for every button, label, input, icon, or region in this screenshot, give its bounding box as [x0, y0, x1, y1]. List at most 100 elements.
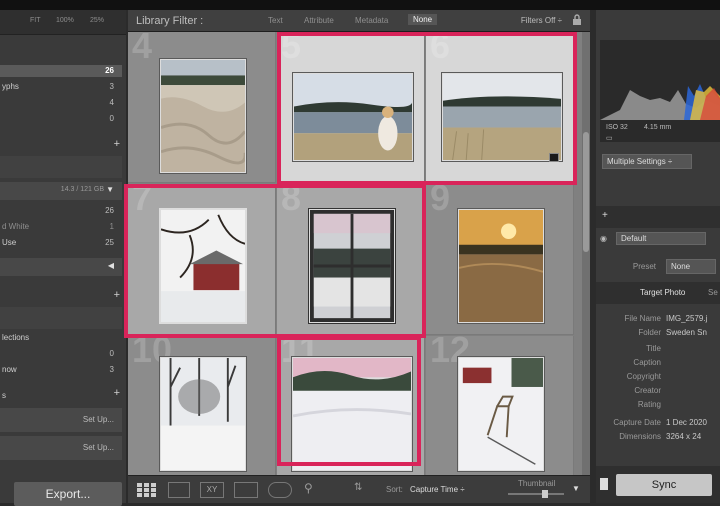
folders-add-icon[interactable]: +	[114, 138, 120, 150]
title-label: Title	[646, 344, 661, 353]
filter-tab-text[interactable]: Text	[268, 16, 283, 25]
publish-add-icon[interactable]: +	[114, 387, 120, 399]
library-filter-bar: Library Filter : Text Attribute Metadata…	[128, 10, 590, 32]
photo-thumbnail[interactable]	[291, 356, 413, 472]
photo-thumbnail[interactable]	[159, 58, 247, 174]
histogram-focal: 4.15 mm	[644, 124, 672, 131]
filter-tab-attribute[interactable]: Attribute	[304, 16, 334, 25]
catalog-row-4[interactable]: 0	[0, 113, 122, 125]
target-photo-tab[interactable]: Target Photo	[640, 288, 685, 297]
volume-row[interactable]: 14.3 / 121 GB ▼	[0, 182, 122, 200]
grid-cell-8[interactable]: 8	[277, 180, 425, 335]
grid-view-icon[interactable]	[136, 482, 158, 498]
grid-cell-7[interactable]: 7	[128, 180, 276, 335]
slider-handle[interactable]	[542, 490, 548, 498]
metadata-preset-select[interactable]: None	[666, 259, 716, 274]
spray-can-icon[interactable]: ⚲	[304, 481, 313, 495]
photo-thumbnail[interactable]	[457, 208, 545, 324]
metadata-preset-row: Preset None	[596, 254, 720, 280]
eye-icon[interactable]: ◉	[600, 234, 607, 243]
catalog-row-count: 26	[105, 66, 114, 75]
caption-label: Caption	[633, 358, 661, 367]
folder-row-label: Use	[2, 238, 17, 247]
file-name-value[interactable]: IMG_2579.j	[666, 314, 707, 323]
cell-index: 6	[430, 25, 451, 66]
collections-add-icon[interactable]: +	[114, 289, 120, 301]
people-view-icon[interactable]	[268, 482, 292, 498]
publish-header: s	[0, 390, 122, 402]
catalog-row-3[interactable]: 4	[0, 97, 122, 109]
lock-icon[interactable]	[572, 14, 582, 26]
folder-row-count: 1	[109, 222, 114, 231]
grid-cell-9[interactable]: 9	[426, 180, 574, 335]
cell-index: 7	[132, 177, 153, 218]
dimensions-label: Dimensions	[619, 432, 661, 441]
scrollbar-thumb[interactable]	[583, 132, 589, 252]
photo-thumbnail[interactable]	[308, 208, 396, 324]
toolbar-menu-icon[interactable]: ▼	[572, 484, 580, 493]
crop-icon[interactable]: ▭	[606, 134, 613, 142]
filter-tab-none[interactable]: None	[408, 14, 438, 25]
filter-tab-metadata[interactable]: Metadata	[355, 16, 388, 25]
grid-cell-5[interactable]: 5	[277, 28, 425, 183]
folders-left-arrow-icon[interactable]: ◀	[108, 261, 114, 270]
zoom-25[interactable]: 25%	[90, 17, 104, 24]
photo-thumbnail[interactable]	[441, 72, 563, 162]
grid-cell-6[interactable]: 6	[426, 28, 574, 183]
cell-index: 8	[281, 177, 302, 218]
grid-scrollbar[interactable]	[582, 32, 590, 475]
folder-row-black-white[interactable]: d White 1	[0, 221, 122, 233]
setup-link-1[interactable]: Set Up...	[83, 415, 114, 424]
right-panel: ISO 32 4.15 mm ▭ Multiple Settings ÷ + ◉…	[596, 10, 720, 503]
selected-photos-tab[interactable]: Se	[708, 288, 718, 297]
survey-view-icon[interactable]	[234, 482, 258, 498]
histogram: ISO 32 4.15 mm ▭	[600, 40, 720, 142]
saved-preset-select[interactable]: Default	[616, 232, 706, 245]
folder-row-count: 25	[105, 238, 114, 247]
setup-link-2[interactable]: Set Up...	[83, 443, 114, 452]
navigator-header: FIT 100% 25%	[0, 10, 126, 35]
photo-thumbnail[interactable]	[292, 72, 414, 162]
photo-thumbnail[interactable]	[457, 356, 545, 472]
zoom-100[interactable]: 100%	[56, 17, 74, 24]
catalog-row-photographs[interactable]: yphs 3	[0, 81, 122, 93]
title-strip	[0, 0, 720, 10]
saved-preset-row: ◉ Default	[596, 232, 720, 246]
collection-row-snow[interactable]: now 3	[0, 364, 122, 376]
file-name-label: File Name	[624, 314, 661, 323]
zoom-fit[interactable]: FIT	[30, 17, 41, 24]
volume-collapse-icon[interactable]: ▼	[106, 185, 114, 194]
thumbnail-size-slider[interactable]	[508, 490, 564, 498]
folder-row-1[interactable]: 26	[0, 205, 122, 217]
thumbnail-grid: 4 5 6 7 8 9 10 11 12	[124, 28, 590, 487]
sort-label: Sort:	[386, 485, 403, 494]
filters-preset-select[interactable]: Filters Off ÷	[521, 16, 562, 25]
sort-direction-icon[interactable]: ⇅	[354, 482, 362, 493]
grid-cell-10[interactable]: 10	[128, 332, 276, 487]
sort-select[interactable]: Capture Time ÷	[410, 485, 465, 494]
grid-cell-11[interactable]: 11	[277, 332, 425, 487]
loupe-view-icon[interactable]	[168, 482, 190, 498]
histogram-iso: ISO 32	[606, 124, 628, 131]
cell-index: 5	[281, 25, 302, 66]
collection-row-1[interactable]: lections	[0, 332, 122, 344]
compare-view-icon[interactable]: XY	[200, 482, 224, 498]
multiple-settings-select[interactable]: Multiple Settings ÷	[602, 154, 692, 169]
quick-develop-header: +	[596, 206, 720, 228]
folder-row-use[interactable]: Use 25	[0, 237, 122, 249]
grid-cell-12[interactable]: 12	[426, 332, 574, 487]
capture-date-value: 1 Dec 2020	[666, 418, 707, 427]
quick-develop-add-icon[interactable]: +	[602, 210, 608, 221]
collection-row-count: 3	[109, 365, 114, 374]
catalog-row-all[interactable]: 26	[0, 65, 122, 77]
photo-thumbnail[interactable]	[159, 356, 247, 472]
collection-row-2[interactable]: 0	[0, 348, 122, 360]
photo-thumbnail[interactable]	[159, 208, 247, 324]
grid-view: Library Filter : Text Attribute Metadata…	[124, 10, 590, 503]
grid-cell-4[interactable]: 4	[128, 28, 276, 183]
sync-toggle-icon[interactable]	[600, 478, 608, 490]
collection-row-label: now	[2, 365, 17, 374]
export-button[interactable]: Export...	[14, 482, 122, 506]
sync-button[interactable]: Sync	[616, 474, 712, 496]
cell-index: 9	[430, 177, 451, 218]
